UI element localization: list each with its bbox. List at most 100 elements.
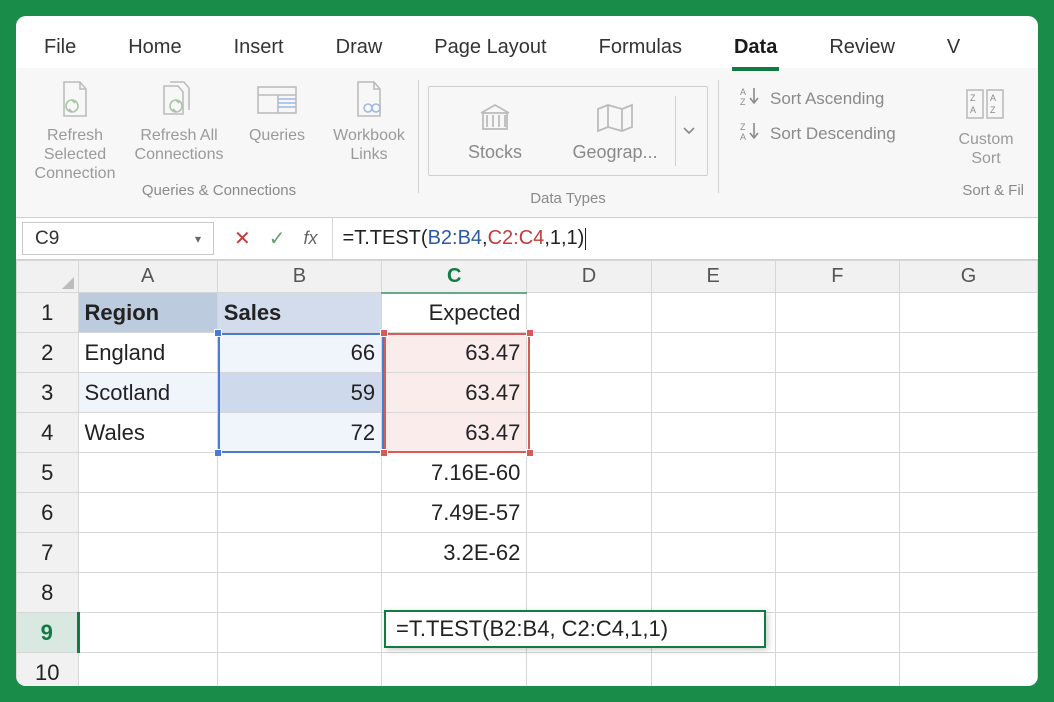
data-types-gallery[interactable]: Stocks Geograp... (428, 86, 708, 176)
cell-C10[interactable] (382, 653, 527, 687)
geography-button[interactable]: Geograp... (555, 100, 675, 163)
row-header-3[interactable]: 3 (17, 373, 79, 413)
cell-B3[interactable]: 59 (217, 373, 381, 413)
cell-G3[interactable] (899, 373, 1037, 413)
cell-D1[interactable] (527, 293, 651, 333)
cell-D2[interactable] (527, 333, 651, 373)
cell-F2[interactable] (775, 333, 899, 373)
col-header-F[interactable]: F (775, 261, 899, 293)
cell-B5[interactable] (217, 453, 381, 493)
cell-F3[interactable] (775, 373, 899, 413)
cell-F9[interactable] (775, 613, 899, 653)
name-box[interactable]: C9 ▾ (22, 222, 214, 255)
cell-B9[interactable] (217, 613, 381, 653)
workbook-links-button[interactable]: Workbook Links (328, 76, 410, 164)
cell-D9[interactable] (527, 613, 651, 653)
tab-home[interactable]: Home (120, 30, 189, 65)
cell-F4[interactable] (775, 413, 899, 453)
cell-E9[interactable] (651, 613, 775, 653)
cell-G6[interactable] (899, 493, 1037, 533)
stocks-button[interactable]: Stocks (435, 100, 555, 163)
cell-A10[interactable] (78, 653, 217, 687)
cell-E1[interactable] (651, 293, 775, 333)
cell-G9[interactable] (899, 613, 1037, 653)
cell-D3[interactable] (527, 373, 651, 413)
cell-A6[interactable] (78, 493, 217, 533)
cell-D5[interactable] (527, 453, 651, 493)
cell-C9[interactable] (382, 613, 527, 653)
cell-B1[interactable]: Sales (217, 293, 381, 333)
worksheet[interactable]: A B C D E F G 1 Region Sales Expected 2 (16, 260, 1038, 686)
cell-F7[interactable] (775, 533, 899, 573)
cell-G4[interactable] (899, 413, 1037, 453)
cell-A7[interactable] (78, 533, 217, 573)
cancel-button[interactable]: ✕ (234, 226, 251, 251)
cell-C5[interactable]: 7.16E-60 (382, 453, 527, 493)
cell-E3[interactable] (651, 373, 775, 413)
cell-B10[interactable] (217, 653, 381, 687)
cell-C2[interactable]: 63.47 (382, 333, 527, 373)
cell-E4[interactable] (651, 413, 775, 453)
sort-descending-button[interactable]: Z A Sort Descending (740, 121, 896, 146)
cell-D4[interactable] (527, 413, 651, 453)
cell-G2[interactable] (899, 333, 1037, 373)
cell-C6[interactable]: 7.49E-57 (382, 493, 527, 533)
cell-A4[interactable]: Wales (78, 413, 217, 453)
cell-E6[interactable] (651, 493, 775, 533)
cell-A3[interactable]: Scotland (78, 373, 217, 413)
cell-E5[interactable] (651, 453, 775, 493)
cell-G5[interactable] (899, 453, 1037, 493)
row-header-7[interactable]: 7 (17, 533, 79, 573)
cell-G7[interactable] (899, 533, 1037, 573)
cell-B2[interactable]: 66 (217, 333, 381, 373)
cell-G1[interactable] (899, 293, 1037, 333)
data-types-more-button[interactable] (675, 96, 701, 166)
cell-A9[interactable] (78, 613, 217, 653)
cell-C4[interactable]: 63.47 (382, 413, 527, 453)
enter-button[interactable]: ✓ (269, 226, 286, 251)
cell-grid[interactable]: A B C D E F G 1 Region Sales Expected 2 (16, 260, 1038, 686)
row-header-10[interactable]: 10 (17, 653, 79, 687)
cell-E8[interactable] (651, 573, 775, 613)
cell-D6[interactable] (527, 493, 651, 533)
sort-ascending-button[interactable]: A Z Sort Ascending (740, 86, 896, 111)
row-header-8[interactable]: 8 (17, 573, 79, 613)
cell-F10[interactable] (775, 653, 899, 687)
col-header-E[interactable]: E (651, 261, 775, 293)
tab-review[interactable]: Review (821, 30, 903, 65)
refresh-selected-connection-button[interactable]: Refresh Selected Connection (28, 76, 122, 184)
cell-G10[interactable] (899, 653, 1037, 687)
cell-A2[interactable]: England (78, 333, 217, 373)
cell-E2[interactable] (651, 333, 775, 373)
cell-C3[interactable]: 63.47 (382, 373, 527, 413)
col-header-A[interactable]: A (78, 261, 217, 293)
tab-file[interactable]: File (36, 30, 84, 65)
tab-data[interactable]: Data (726, 30, 785, 65)
tab-formulas[interactable]: Formulas (591, 30, 690, 65)
cell-A5[interactable] (78, 453, 217, 493)
tab-draw[interactable]: Draw (328, 30, 391, 65)
cell-F1[interactable] (775, 293, 899, 333)
select-all-corner[interactable] (17, 261, 79, 293)
cell-D8[interactable] (527, 573, 651, 613)
queries-button[interactable]: Queries (236, 76, 318, 145)
cell-B4[interactable]: 72 (217, 413, 381, 453)
cell-D7[interactable] (527, 533, 651, 573)
col-header-G[interactable]: G (899, 261, 1037, 293)
cell-C7[interactable]: 3.2E-62 (382, 533, 527, 573)
refresh-all-connections-button[interactable]: Refresh All Connections (132, 76, 226, 164)
row-header-2[interactable]: 2 (17, 333, 79, 373)
cell-C8[interactable] (382, 573, 527, 613)
cell-F5[interactable] (775, 453, 899, 493)
row-header-5[interactable]: 5 (17, 453, 79, 493)
cell-C1[interactable]: Expected (382, 293, 527, 333)
fx-icon[interactable]: fx (304, 228, 318, 249)
cell-B8[interactable] (217, 573, 381, 613)
cell-F8[interactable] (775, 573, 899, 613)
cell-E10[interactable] (651, 653, 775, 687)
cell-F6[interactable] (775, 493, 899, 533)
tab-insert[interactable]: Insert (226, 30, 292, 65)
cell-E7[interactable] (651, 533, 775, 573)
row-header-9[interactable]: 9 (17, 613, 79, 653)
col-header-D[interactable]: D (527, 261, 651, 293)
